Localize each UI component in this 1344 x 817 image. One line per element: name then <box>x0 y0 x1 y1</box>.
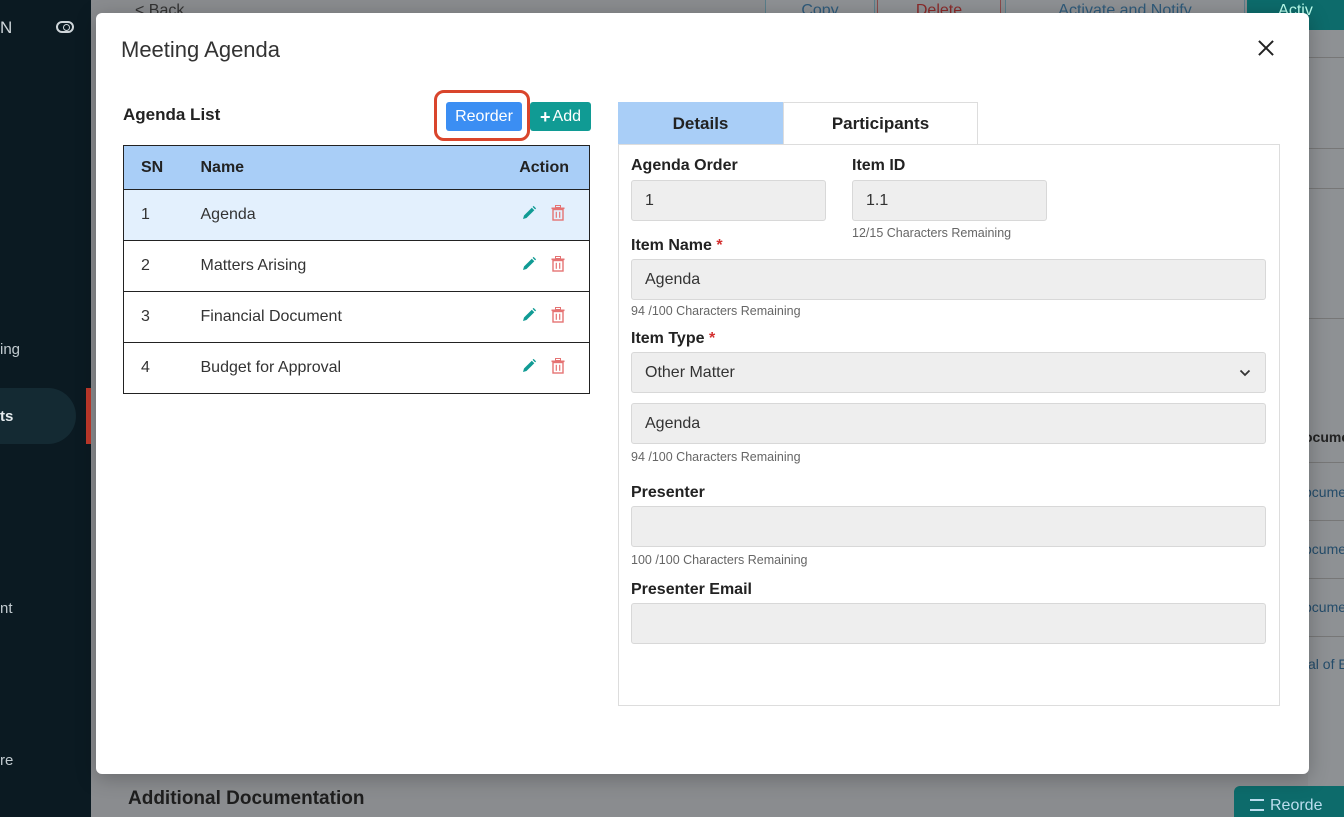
row-sn: 2 <box>123 240 201 292</box>
edit-icon[interactable] <box>521 205 537 221</box>
sidebar-toggle-icon[interactable] <box>56 21 74 33</box>
bg-reorder-button[interactable]: Reorde <box>1234 786 1344 817</box>
close-icon[interactable] <box>1255 37 1277 59</box>
row-name: Budget for Approval <box>200 342 461 394</box>
modal-title: Meeting Agenda <box>121 37 281 62</box>
list-icon <box>1250 799 1264 811</box>
bg-doc-link[interactable]: ocume <box>1304 599 1344 615</box>
edit-icon[interactable] <box>521 307 537 323</box>
row-sn: 4 <box>123 342 201 394</box>
row-actions <box>460 291 591 343</box>
presenter-field[interactable] <box>631 506 1266 547</box>
row-name: Financial Document <box>200 291 461 343</box>
sidebar-item-more[interactable]: re <box>0 752 13 769</box>
trash-icon[interactable] <box>551 255 565 272</box>
presenter-email-label: Presenter Email <box>631 581 752 598</box>
sidebar-item-management[interactable]: nt <box>0 600 13 617</box>
add-agenda-button[interactable]: + Add <box>530 102 591 131</box>
meeting-agenda-modal: Meeting Agenda Agenda List Reorder + Add… <box>96 13 1309 774</box>
bg-doc-header: ocume <box>1304 429 1344 445</box>
presenter-hint: 100 /100 Characters Remaining <box>631 553 808 567</box>
item-id-hint: 12/15 Characters Remaining <box>852 226 1012 240</box>
item-id-field[interactable]: 1.1 <box>852 180 1047 221</box>
row-actions <box>460 189 591 241</box>
brand-letter: N <box>0 18 13 37</box>
trash-icon[interactable] <box>551 204 565 221</box>
item-type-select[interactable]: Other Matter <box>631 352 1266 393</box>
agenda-order-field[interactable]: 1 <box>631 180 826 221</box>
bg-doc-link[interactable]: al of E <box>1308 656 1344 672</box>
item-type-detail-field[interactable]: Agenda <box>631 403 1266 444</box>
agenda-table: SN Name Action 1 Agenda 2 Matters Arising 3 F… <box>123 145 591 394</box>
chevron-down-icon <box>1239 369 1251 377</box>
row-sn: 1 <box>123 189 201 241</box>
app-sidebar: N ing ts nt re <box>0 0 91 817</box>
item-name-label: Item Name * <box>631 237 723 254</box>
required-marker: * <box>708 330 716 347</box>
item-type-detail-hint: 94 /100 Characters Remaining <box>631 450 801 464</box>
presenter-email-field[interactable] <box>631 603 1266 644</box>
row-sn: 3 <box>123 291 201 343</box>
reorder-button[interactable]: Reorder <box>446 102 522 131</box>
detail-tabs: Details Participants <box>618 102 978 144</box>
bg-doc-link[interactable]: ocume <box>1304 541 1344 557</box>
table-row[interactable]: 2 Matters Arising <box>123 240 591 292</box>
item-name-hint: 94 /100 Characters Remaining <box>631 304 801 318</box>
agenda-list-heading: Agenda List <box>123 105 221 124</box>
column-header-action: Action <box>460 145 591 190</box>
edit-icon[interactable] <box>521 358 537 374</box>
edit-icon[interactable] <box>521 256 537 272</box>
plus-icon: + <box>540 106 551 127</box>
column-header-name: Name <box>200 145 461 190</box>
item-name-field[interactable]: Agenda <box>631 259 1266 300</box>
bg-doc-link[interactable]: ocume <box>1304 484 1344 500</box>
details-form: Agenda Order 1 Item ID 1.1 12/15 Charact… <box>618 144 1280 706</box>
trash-icon[interactable] <box>551 357 565 374</box>
agenda-order-label: Agenda Order <box>631 157 738 174</box>
tab-participants[interactable]: Participants <box>783 102 978 144</box>
row-name: Matters Arising <box>200 240 461 292</box>
row-actions <box>460 240 591 292</box>
item-id-label: Item ID <box>852 157 906 174</box>
table-row[interactable]: 1 Agenda <box>123 189 591 241</box>
presenter-label: Presenter <box>631 484 705 501</box>
row-actions <box>460 342 591 394</box>
required-marker: * <box>716 237 723 254</box>
sidebar-item-meeting[interactable]: ing <box>0 341 20 358</box>
table-header-row: SN Name Action <box>123 145 591 190</box>
tab-details[interactable]: Details <box>618 102 783 144</box>
sidebar-item-documents[interactable]: ts <box>0 408 13 425</box>
additional-documentation-title: Additional Documentation <box>128 788 365 809</box>
row-name: Agenda <box>200 189 461 241</box>
item-type-label: Item Type * <box>631 330 716 347</box>
trash-icon[interactable] <box>551 306 565 323</box>
table-row[interactable]: 3 Financial Document <box>123 291 591 343</box>
column-header-sn: SN <box>123 145 201 190</box>
table-row[interactable]: 4 Budget for Approval <box>123 342 591 394</box>
